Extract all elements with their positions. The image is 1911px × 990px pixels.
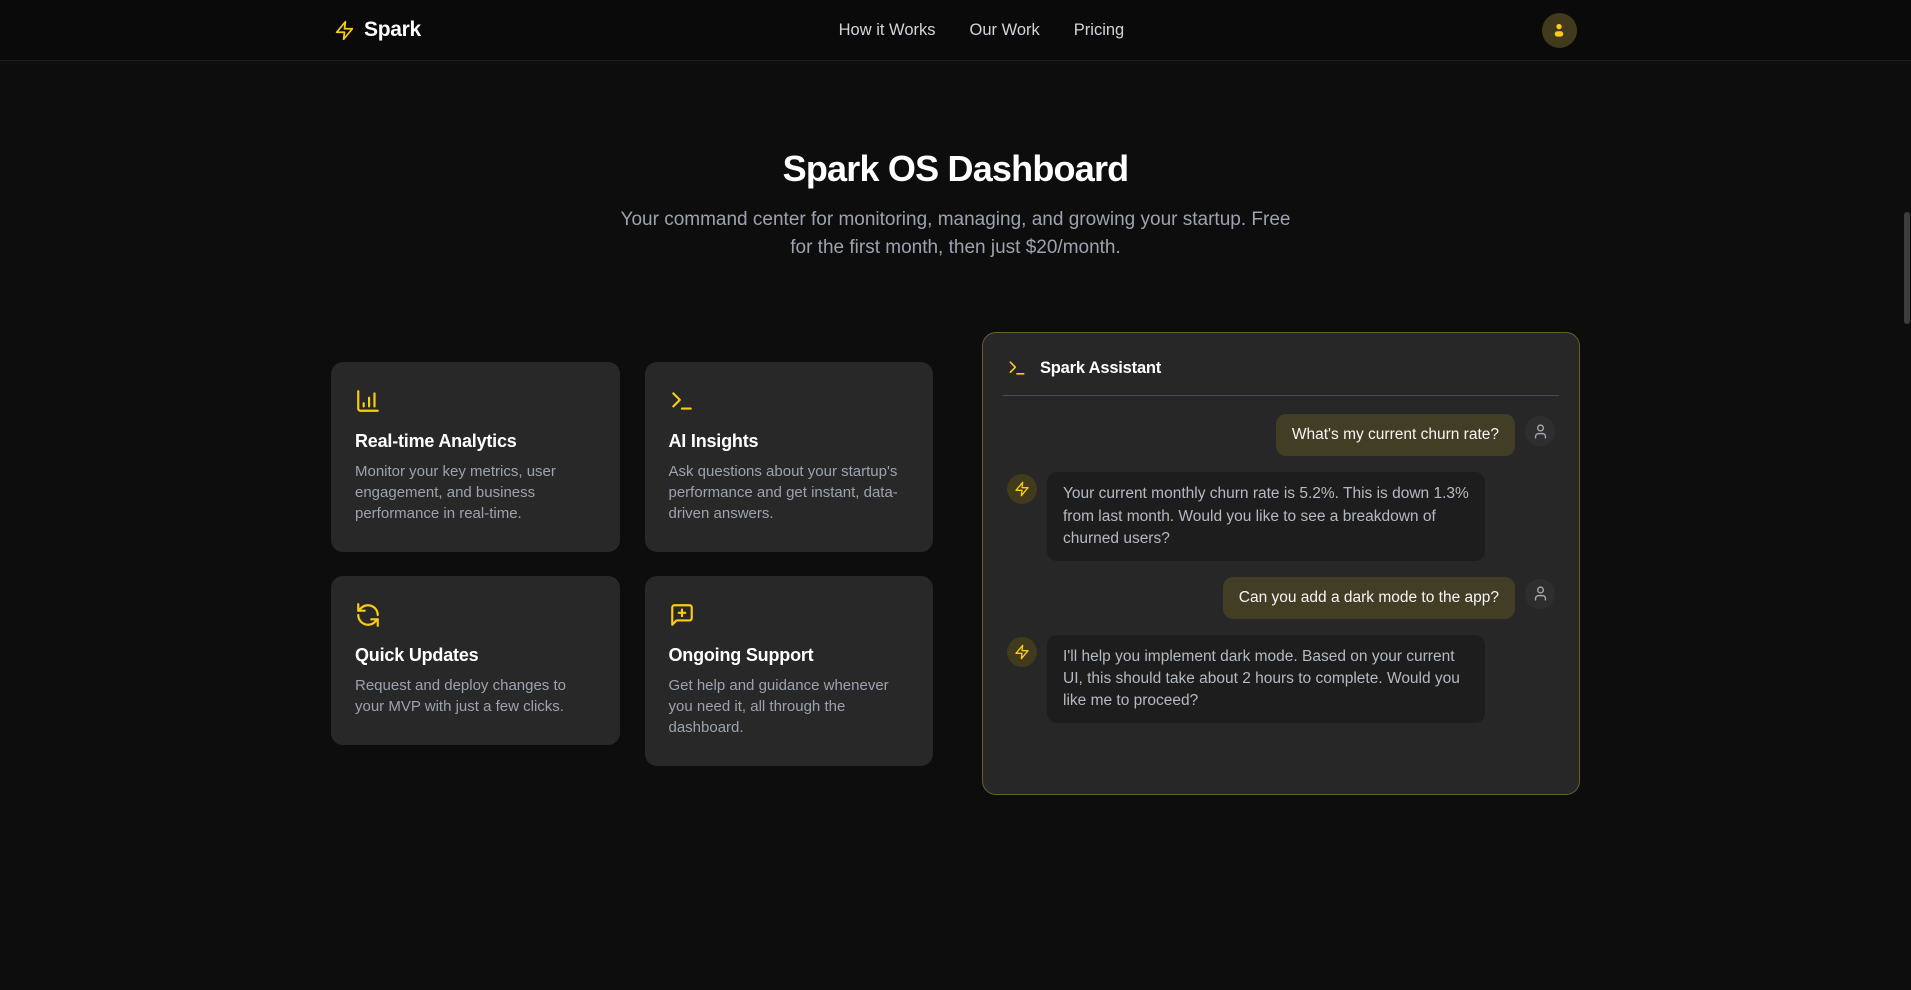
brand-logo[interactable]: Spark [334,18,421,42]
user-icon [1532,423,1549,440]
user-icon [1532,585,1549,602]
user-message-bubble: Can you add a dark mode to the app? [1223,577,1515,619]
feature-description: Ask questions about your startup's perfo… [669,461,910,524]
feature-card-quick-updates: Quick Updates Request and deploy changes… [331,576,620,745]
zap-icon [1014,644,1030,660]
user-icon [1550,21,1568,39]
refresh-icon [355,602,596,628]
page-title: Spark OS Dashboard [0,147,1911,190]
assistant-header: Spark Assistant [983,333,1579,395]
feature-title: AI Insights [669,431,910,452]
chat-message-assistant: Your current monthly churn rate is 5.2%.… [1007,472,1555,560]
message-square-plus-icon [669,602,910,628]
bar-chart-icon [355,388,596,414]
spark-assistant-panel: Spark Assistant What's my current churn … [982,332,1580,795]
assistant-message-bubble: Your current monthly churn rate is 5.2%.… [1047,472,1485,560]
nav-link-how-it-works[interactable]: How it Works [839,21,936,40]
feature-description: Get help and guidance whenever you need … [669,675,910,738]
content-row: Real-time Analytics Monitor your key met… [331,332,1580,795]
account-avatar-button[interactable] [1542,13,1577,48]
page-scrollbar[interactable] [1904,212,1910,324]
chat-message-assistant: I'll help you implement dark mode. Based… [1007,635,1555,723]
page-subtitle: Your command center for monitoring, mana… [616,206,1296,262]
brand-name: Spark [364,18,421,42]
feature-title: Quick Updates [355,645,596,666]
user-avatar [1525,579,1555,609]
hero-section: Spark OS Dashboard Your command center f… [0,61,1911,262]
zap-icon [1014,481,1030,497]
assistant-title: Spark Assistant [1040,359,1161,378]
nav-link-pricing[interactable]: Pricing [1074,21,1124,40]
top-navigation-bar: Spark How it Works Our Work Pricing [0,0,1911,61]
feature-title: Ongoing Support [669,645,910,666]
nav-link-our-work[interactable]: Our Work [970,21,1040,40]
user-avatar [1525,416,1555,446]
assistant-avatar [1007,637,1037,667]
main-nav: How it Works Our Work Pricing [839,21,1125,40]
terminal-icon [669,388,910,414]
feature-description: Request and deploy changes to your MVP w… [355,675,596,717]
feature-card-realtime-analytics: Real-time Analytics Monitor your key met… [331,362,620,552]
zap-icon [334,20,355,41]
chat-message-user: What's my current churn rate? [1007,414,1555,456]
assistant-avatar [1007,474,1037,504]
feature-card-ongoing-support: Ongoing Support Get help and guidance wh… [645,576,934,766]
user-message-bubble: What's my current churn rate? [1276,414,1515,456]
feature-card-ai-insights: AI Insights Ask questions about your sta… [645,362,934,552]
chat-message-user: Can you add a dark mode to the app? [1007,577,1555,619]
feature-description: Monitor your key metrics, user engagemen… [355,461,596,524]
features-grid: Real-time Analytics Monitor your key met… [331,362,933,766]
terminal-icon [1007,358,1027,378]
feature-title: Real-time Analytics [355,431,596,452]
assistant-message-bubble: I'll help you implement dark mode. Based… [1047,635,1485,723]
chat-message-list: What's my current churn rate? Your curre… [983,396,1579,741]
